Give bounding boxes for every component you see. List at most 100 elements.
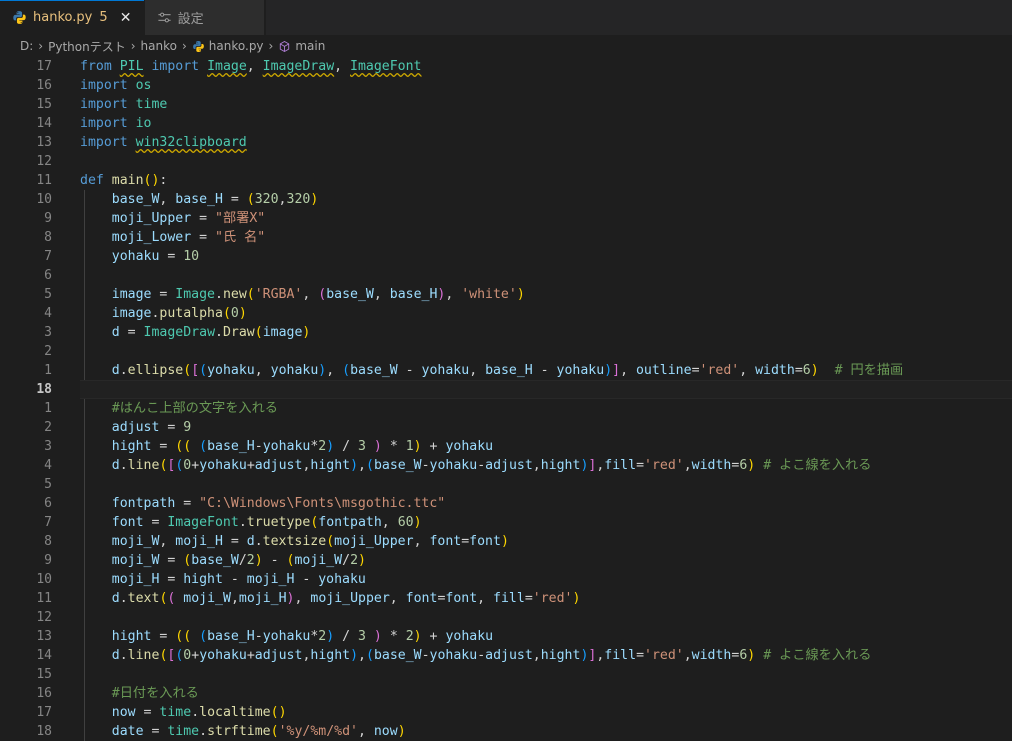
- code-line[interactable]: 4 image.putalpha(0): [0, 304, 1012, 323]
- tab-settings[interactable]: 設定: [144, 0, 265, 35]
- code-line[interactable]: 15: [0, 665, 1012, 684]
- code-token: d: [111, 648, 120, 663]
- code-line[interactable]: 13 hight = (( (base_H-yohaku*2) / 3 ) * …: [0, 627, 1012, 646]
- code-line[interactable]: 17 from PIL import Image, ImageDraw, Imag…: [0, 57, 1012, 76]
- breadcrumb-item-folder-pythontest[interactable]: Pythonテスト: [48, 38, 126, 55]
- code-token: moji_W: [183, 591, 231, 606]
- code-token: ,: [357, 724, 374, 739]
- code-token: ,: [230, 591, 239, 606]
- code-token: line: [127, 648, 160, 663]
- line-number: 14: [36, 116, 52, 131]
- code-token: moji_W: [294, 553, 343, 568]
- code-token: ): [397, 724, 406, 739]
- code-line[interactable]: 1 d.ellipse([(yohaku, yohaku), (base_W -…: [0, 361, 1012, 380]
- code-token: ImageDraw: [262, 59, 335, 74]
- code-line[interactable]: 16 import os: [0, 76, 1012, 95]
- code-token: ): [310, 192, 319, 207]
- code-token: 2: [350, 553, 359, 568]
- line-number: 15: [36, 667, 52, 682]
- code-line[interactable]: 16 #日付を入れる: [0, 684, 1012, 703]
- line-number: 5: [44, 477, 52, 492]
- code-token: ,: [739, 363, 756, 378]
- code-line[interactable]: 10 moji_H = hight - moji_H - yohaku: [0, 570, 1012, 589]
- code-text: d.line([(0+yohaku+adjust,hight),(base_W-…: [80, 646, 1012, 665]
- code-line[interactable]: 7 yohaku = 10: [0, 247, 1012, 266]
- code-line[interactable]: 5: [0, 475, 1012, 494]
- code-token: moji_W: [111, 534, 160, 549]
- code-token: fill: [604, 458, 637, 473]
- current-line-highlight: [80, 380, 1012, 399]
- code-token: ): [373, 439, 382, 454]
- breadcrumb-item-folder-hanko[interactable]: hanko: [141, 39, 177, 53]
- code-token: font: [445, 591, 478, 606]
- code-token: width: [691, 648, 732, 663]
- line-number: 6: [44, 268, 52, 283]
- code-token: .: [254, 534, 263, 549]
- code-token: =: [159, 553, 184, 568]
- code-token: time: [167, 724, 200, 739]
- code-token: import: [80, 135, 136, 150]
- code-line[interactable]: 2 adjust = 9: [0, 418, 1012, 437]
- code-token: moji_Upper: [310, 591, 390, 606]
- code-token: io: [135, 116, 152, 131]
- code-line[interactable]: 12: [0, 152, 1012, 171]
- code-line[interactable]: 3 hight = (( (base_H-yohaku*2) / 3 ) * 1…: [0, 437, 1012, 456]
- code-line[interactable]: 14 import io: [0, 114, 1012, 133]
- code-token: yohaku: [556, 363, 605, 378]
- code-line[interactable]: 1 #はんこ上部の文字を入れる: [0, 399, 1012, 418]
- code-line[interactable]: 8 moji_W, moji_H = d.textsize(moji_Upper…: [0, 532, 1012, 551]
- code-token: yohaku: [207, 363, 255, 378]
- close-icon[interactable]: ✕: [118, 10, 134, 26]
- code-line[interactable]: 13 import win32clipboard: [0, 133, 1012, 152]
- breadcrumb-item-drive[interactable]: D:: [20, 39, 33, 53]
- code-token: ,: [413, 534, 430, 549]
- code-text: date = time.strftime('%y/%m/%d', now): [80, 722, 1012, 741]
- code-token: /: [238, 553, 247, 568]
- code-text: hight = (( (base_H-yohaku*2) / 3 ) * 1) …: [80, 437, 1012, 456]
- code-line[interactable]: 3 d = ImageDraw.Draw(image): [0, 323, 1012, 342]
- code-token: base_W: [326, 287, 374, 302]
- code-line[interactable]: 15 import time: [0, 95, 1012, 114]
- code-line[interactable]: 2: [0, 342, 1012, 361]
- code-token: import: [80, 97, 136, 112]
- code-token: (: [342, 363, 351, 378]
- code-editor[interactable]: 17 from PIL import Image, ImageDraw, Imag…: [0, 57, 1012, 741]
- code-token: *: [381, 439, 406, 454]
- code-line[interactable]: 12: [0, 608, 1012, 627]
- code-token: PIL: [119, 59, 144, 74]
- code-line[interactable]: 14 d.line([(0+yohaku+adjust,hight),(base…: [0, 646, 1012, 665]
- code-text: import win32clipboard: [80, 133, 1012, 152]
- breadcrumb-item-file[interactable]: hanko.py: [192, 39, 264, 53]
- line-number: 9: [44, 553, 52, 568]
- breadcrumb-item-symbol-main[interactable]: main: [278, 39, 325, 53]
- breadcrumb-label: Pythonテスト: [48, 39, 126, 54]
- code-line[interactable]: 4 d.line([(0+yohaku+adjust,hight),(base_…: [0, 456, 1012, 475]
- code-line[interactable]: 7 font = ImageFont.truetype(fontpath, 60…: [0, 513, 1012, 532]
- code-line[interactable]: 9 moji_W = (base_W/2) - (moji_W/2): [0, 551, 1012, 570]
- code-token: ,: [358, 648, 366, 663]
- code-line[interactable]: 8 moji_Lower = "氏 名": [0, 228, 1012, 247]
- code-line[interactable]: 17 now = time.localtime(): [0, 703, 1012, 722]
- code-line[interactable]: 10 base_W, base_H = (320,320): [0, 190, 1012, 209]
- code-text: image.putalpha(0): [80, 304, 1012, 323]
- code-line[interactable]: 11 d.text(( moji_W,moji_H), moji_Upper, …: [0, 589, 1012, 608]
- code-token: base_H: [175, 192, 223, 207]
- code-token: hight: [540, 648, 581, 663]
- code-line[interactable]: 6 fontpath = "C:\Windows\Fonts\msgothic.…: [0, 494, 1012, 513]
- code-line[interactable]: 6: [0, 266, 1012, 285]
- code-line[interactable]: 9 moji_Upper = "部署X": [0, 209, 1012, 228]
- tab-hanko-py[interactable]: hanko.py 5 ✕: [0, 0, 145, 35]
- code-token: fill: [604, 648, 637, 663]
- code-token: (: [366, 648, 374, 663]
- code-line[interactable]: 18 date = time.strftime('%y/%m/%d', now): [0, 722, 1012, 741]
- code-line[interactable]: 18: [0, 380, 1012, 399]
- code-line[interactable]: 11 def main():: [0, 171, 1012, 190]
- code-line[interactable]: 5 image = Image.new('RGBA', (base_W, bas…: [0, 285, 1012, 304]
- code-token: .: [215, 287, 223, 302]
